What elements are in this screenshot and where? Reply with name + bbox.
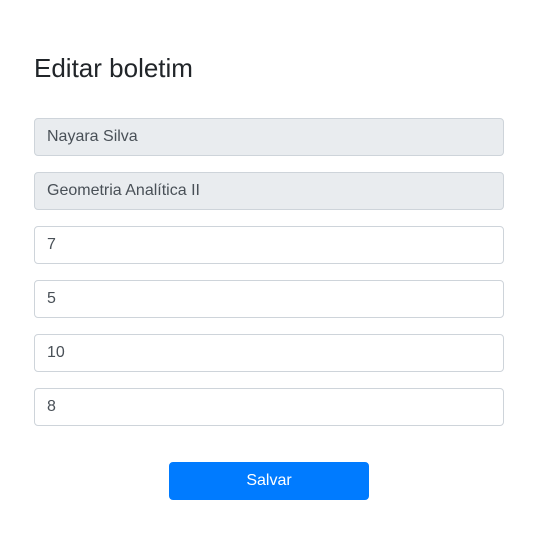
save-button[interactable]: Salvar (169, 462, 369, 500)
page-title: Editar boletim (34, 53, 193, 83)
grade-3-input[interactable] (34, 334, 504, 372)
grade-4-input[interactable] (34, 388, 504, 426)
subject-field (34, 172, 504, 210)
grade-1-input[interactable] (34, 226, 504, 264)
grade-2-input[interactable] (34, 280, 504, 318)
student-name-field (34, 118, 504, 156)
